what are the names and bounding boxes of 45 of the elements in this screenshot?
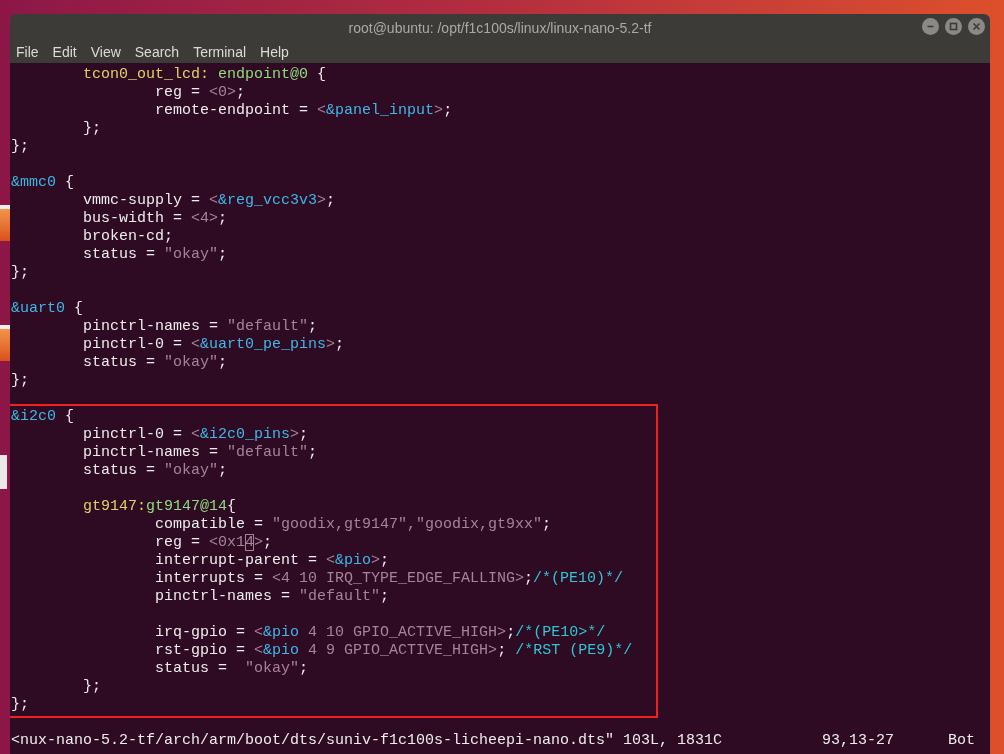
code-line: }; bbox=[11, 372, 30, 390]
menu-item[interactable]: View bbox=[90, 42, 121, 63]
code-line: }; bbox=[11, 696, 30, 714]
code-line: pinctrl-names = "default"; bbox=[82, 318, 319, 336]
code-line: }; bbox=[82, 678, 102, 696]
desktop-icon[interactable] bbox=[0, 205, 10, 241]
code-line: pinctrl-0 = <&uart0_pe_pins>; bbox=[82, 336, 346, 354]
code-line: status = "okay"; bbox=[82, 246, 229, 264]
code-line: tcon0_out_lcd: endpoint@0 { bbox=[82, 66, 328, 84]
menu-item[interactable]: Search bbox=[134, 42, 180, 63]
maximize-icon[interactable] bbox=[945, 18, 962, 35]
code-line: pinctrl-names = "default"; bbox=[154, 588, 391, 606]
code-line: interrupts = <4 10 IRQ_TYPE_EDGE_FALLING>;/*(PE10)*/ bbox=[154, 570, 625, 588]
code-line: broken-cd; bbox=[82, 228, 175, 246]
code-line: status = "okay"; bbox=[82, 462, 229, 480]
code-line: }; bbox=[11, 264, 30, 282]
code-line: interrupt-parent = <&pio>; bbox=[154, 552, 391, 570]
code-line: pinctrl-0 = <&i2c0_pins>; bbox=[82, 426, 310, 444]
code-line: gt9147:gt9147@14{ bbox=[82, 498, 238, 516]
code-line: status = "okay"; bbox=[154, 660, 310, 678]
code-line: }; bbox=[82, 120, 102, 138]
menu-item[interactable]: File bbox=[16, 42, 39, 63]
desktop-icon[interactable] bbox=[0, 325, 10, 361]
menu-item[interactable]: Terminal bbox=[193, 42, 247, 63]
code-line: remote-endpoint = <&panel_input>; bbox=[154, 102, 454, 120]
code-line: reg = <0>; bbox=[154, 84, 247, 102]
code-line: pinctrl-names = "default"; bbox=[82, 444, 319, 462]
menu-item[interactable]: Help bbox=[260, 42, 289, 63]
file-info: <nux-nano-5.2-tf/arch/arm/boot/dts/suniv-f1c100s-licheepi-nano.dts" 103L, 1831C bbox=[11, 732, 724, 750]
window-title: root@ubuntu: /opt/f1c100s/linux/linux-nano-5.2-tf bbox=[348, 18, 652, 38]
code-line: }; bbox=[11, 138, 30, 156]
menu-item[interactable]: Edit bbox=[52, 42, 77, 63]
code-line: vmmc-supply = <&reg_vcc3v3>; bbox=[82, 192, 337, 210]
close-icon[interactable] bbox=[968, 18, 985, 35]
code-line: &mmc0 { bbox=[11, 174, 76, 192]
code-line: rst-gpio = <&pio 4 9 GPIO_ACTIVE_HIGH>; /*RST (PE9)*/ bbox=[154, 642, 634, 660]
code-line: compatible = "goodix,gt9147","goodix,gt9xx"; bbox=[154, 516, 553, 534]
code-line: irq-gpio = <&pio 4 10 GPIO_ACTIVE_HIGH>;/*(PE10>*/ bbox=[154, 624, 607, 642]
code-line: &uart0 { bbox=[11, 300, 85, 318]
code-line: bus-width = <4>; bbox=[82, 210, 229, 228]
cursor-position: 93,13-27 bbox=[822, 732, 895, 750]
scroll-position: Bot bbox=[948, 732, 975, 750]
code-line: &i2c0 { bbox=[11, 408, 76, 426]
minimize-icon[interactable] bbox=[922, 18, 939, 35]
code-line: status = "okay"; bbox=[82, 354, 229, 372]
